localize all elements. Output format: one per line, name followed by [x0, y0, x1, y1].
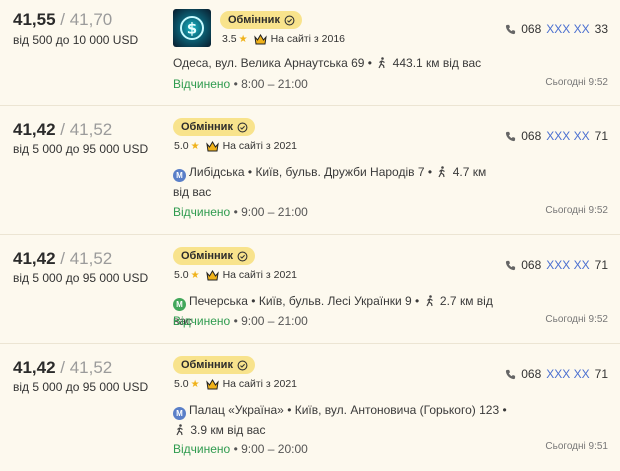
listing-card[interactable]: 41,42 / 41,52 від 5 000 до 95 000 USD Об…: [0, 344, 620, 471]
rating-value: 5.0: [174, 140, 189, 152]
opening-hours: Відчинено • 9:00 – 21:00: [173, 314, 308, 328]
amount-range: від 5 000 до 95 000 USD: [13, 271, 149, 285]
phone-icon: [506, 24, 516, 34]
address: M Либідська • Київ, бульв. Дружби Народів…: [173, 165, 487, 199]
check-circle-icon: [237, 251, 248, 261]
opening-hours: Відчинено • 9:00 – 21:00: [173, 205, 308, 219]
phone-icon: [506, 131, 516, 141]
updated-time: Сьогодні 9:52: [545, 314, 608, 325]
star-icon: ★: [238, 33, 248, 45]
exchanger-badge: Обмінник: [173, 247, 255, 265]
phone-icon: [506, 369, 516, 379]
rating-row: 5.0 ★ На сайті з 2021: [174, 269, 297, 281]
buy-rate: 41,42: [13, 120, 56, 139]
exchanger-badge: Обмінник: [173, 118, 255, 136]
sell-rate: / 41,52: [55, 249, 113, 268]
opening-hours: Відчинено • 8:00 – 21:00: [173, 77, 308, 91]
walking-icon: [176, 424, 183, 436]
phone-hidden-digits[interactable]: XXX XX: [546, 258, 589, 272]
open-status: Відчинено: [173, 77, 231, 91]
phone-number[interactable]: 068 XXX XX 71: [505, 367, 608, 381]
sell-rate: / 41,52: [55, 120, 113, 139]
amount-range: від 500 до 10 000 USD: [13, 33, 139, 47]
rating-row: 3.5 ★ На сайті з 2016: [222, 33, 345, 45]
amount-range: від 5 000 до 95 000 USD: [13, 142, 149, 156]
phone-number[interactable]: 068 XXX XX 33: [505, 22, 608, 36]
listing-card[interactable]: 41,55 / 41,70 від 500 до 10 000 USD $ Об…: [0, 0, 620, 106]
buy-rate: 41,42: [13, 249, 56, 268]
check-circle-icon: [237, 122, 248, 132]
rate: 41,42 / 41,52: [13, 249, 112, 269]
sell-rate: / 41,52: [55, 358, 113, 377]
walking-icon: [426, 295, 433, 307]
rating-row: 5.0 ★ На сайті з 2021: [174, 378, 297, 390]
opening-hours: Відчинено • 9:00 – 20:00: [173, 442, 308, 456]
open-status: Відчинено: [173, 442, 231, 456]
crown-icon: [205, 378, 219, 389]
phone-hidden-digits[interactable]: XXX XX: [546, 367, 589, 381]
rate: 41,42 / 41,52: [13, 120, 112, 140]
since-text: На сайті з 2021: [222, 140, 298, 152]
crown-icon: [253, 33, 267, 44]
sell-rate: / 41,70: [55, 10, 113, 29]
listing-card[interactable]: 41,42 / 41,52 від 5 000 до 95 000 USD Об…: [0, 106, 620, 235]
exchanger-badge: Обмінник: [173, 356, 255, 374]
dollar-logo-icon: $: [173, 9, 211, 47]
open-status: Відчинено: [173, 314, 231, 328]
check-circle-icon: [284, 15, 295, 25]
metro-station: Либідська: [189, 165, 245, 179]
phone-number[interactable]: 068 XXX XX 71: [505, 129, 608, 143]
rating-value: 3.5: [222, 33, 237, 45]
star-icon: ★: [190, 378, 200, 390]
exchanger-badge: Обмінник: [220, 11, 302, 29]
walking-icon: [378, 57, 386, 69]
phone-hidden-digits[interactable]: XXX XX: [546, 129, 589, 143]
svg-text:$: $: [187, 20, 197, 38]
star-icon: ★: [190, 140, 200, 152]
rating-row: 5.0 ★ На сайті з 2021: [174, 140, 297, 152]
since-text: На сайті з 2021: [222, 269, 298, 281]
metro-icon: M: [173, 298, 186, 311]
listing-card[interactable]: 41,42 / 41,52 від 5 000 до 95 000 USD Об…: [0, 235, 620, 344]
walking-icon: [438, 166, 446, 178]
rate: 41,42 / 41,52: [13, 358, 112, 378]
star-icon: ★: [190, 269, 200, 281]
address: M Палац «Україна» • Київ, вул. Антоновича…: [173, 400, 513, 440]
metro-station: Палац «Україна»: [189, 403, 284, 417]
open-status: Відчинено: [173, 205, 231, 219]
address: Одеса, вул. Велика Арнаутська 69 • 443.1…: [173, 56, 482, 70]
updated-time: Сьогодні 9:52: [545, 77, 608, 88]
phone-icon: [506, 260, 516, 270]
buy-rate: 41,55: [13, 10, 56, 29]
metro-icon: M: [173, 407, 186, 420]
since-text: На сайті з 2021: [222, 378, 298, 390]
crown-icon: [205, 269, 219, 280]
check-circle-icon: [237, 360, 248, 370]
crown-icon: [205, 140, 219, 151]
amount-range: від 5 000 до 95 000 USD: [13, 380, 149, 394]
metro-icon: M: [173, 169, 186, 182]
since-text: На сайті з 2016: [270, 33, 346, 45]
rating-value: 5.0: [174, 269, 189, 281]
phone-number[interactable]: 068 XXX XX 71: [505, 258, 608, 272]
metro-station: Печерська: [189, 294, 248, 308]
buy-rate: 41,42: [13, 358, 56, 377]
rate: 41,55 / 41,70: [13, 10, 112, 30]
updated-time: Сьогодні 9:52: [545, 205, 608, 216]
rating-value: 5.0: [174, 378, 189, 390]
updated-time: Сьогодні 9:51: [545, 441, 608, 452]
phone-hidden-digits[interactable]: XXX XX: [546, 22, 589, 36]
